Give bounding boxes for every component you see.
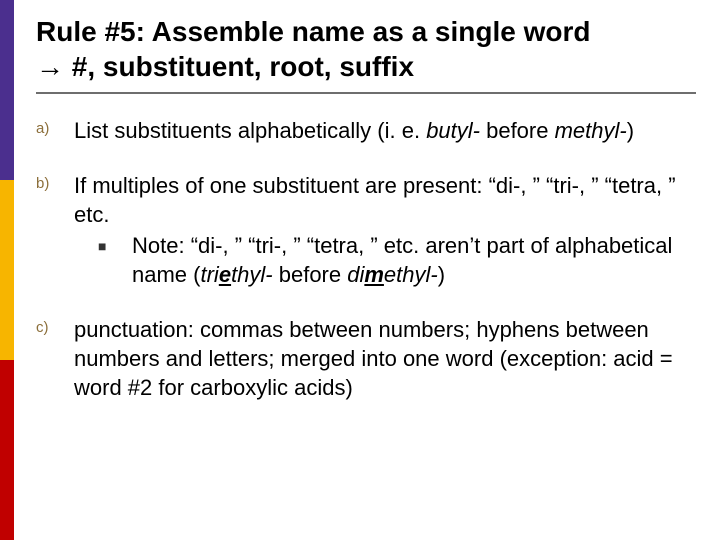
slide-title: Rule #5: Assemble name as a single word … bbox=[36, 14, 696, 90]
sub-item-note: ■ Note: “di-, ” “tri-, ” “tetra, ” etc. … bbox=[98, 231, 696, 289]
title-line-2: #, substituent, root, suffix bbox=[64, 51, 414, 82]
rule-list: a) List substituents alphabetically (i. … bbox=[36, 116, 696, 402]
list-item-a: a) List substituents alphabetically (i. … bbox=[36, 116, 696, 145]
title-underline bbox=[36, 92, 696, 94]
marker-c: c) bbox=[36, 315, 74, 402]
sub-list: ■ Note: “di-, ” “tri-, ” “tetra, ” etc. … bbox=[74, 231, 696, 289]
marker-b: b) bbox=[36, 171, 74, 289]
accent-sidebar bbox=[0, 0, 14, 540]
item-b-body: If multiples of one substituent are pres… bbox=[74, 171, 696, 289]
marker-a: a) bbox=[36, 116, 74, 145]
accent-purple bbox=[0, 0, 14, 180]
arrow-icon: → bbox=[36, 51, 64, 82]
title-line-1: Rule #5: Assemble name as a single word bbox=[36, 16, 591, 47]
list-item-b: b) If multiples of one substituent are p… bbox=[36, 171, 696, 289]
slide-content: Rule #5: Assemble name as a single word … bbox=[36, 14, 696, 520]
item-c-body: punctuation: commas between numbers; hyp… bbox=[74, 315, 696, 402]
accent-yellow bbox=[0, 180, 14, 360]
list-item-c: c) punctuation: commas between numbers; … bbox=[36, 315, 696, 402]
accent-red bbox=[0, 360, 14, 540]
sub-note-body: Note: “di-, ” “tri-, ” “tetra, ” etc. ar… bbox=[132, 231, 696, 289]
item-a-body: List substituents alphabetically (i. e. … bbox=[74, 116, 634, 145]
square-bullet-icon: ■ bbox=[98, 231, 132, 289]
